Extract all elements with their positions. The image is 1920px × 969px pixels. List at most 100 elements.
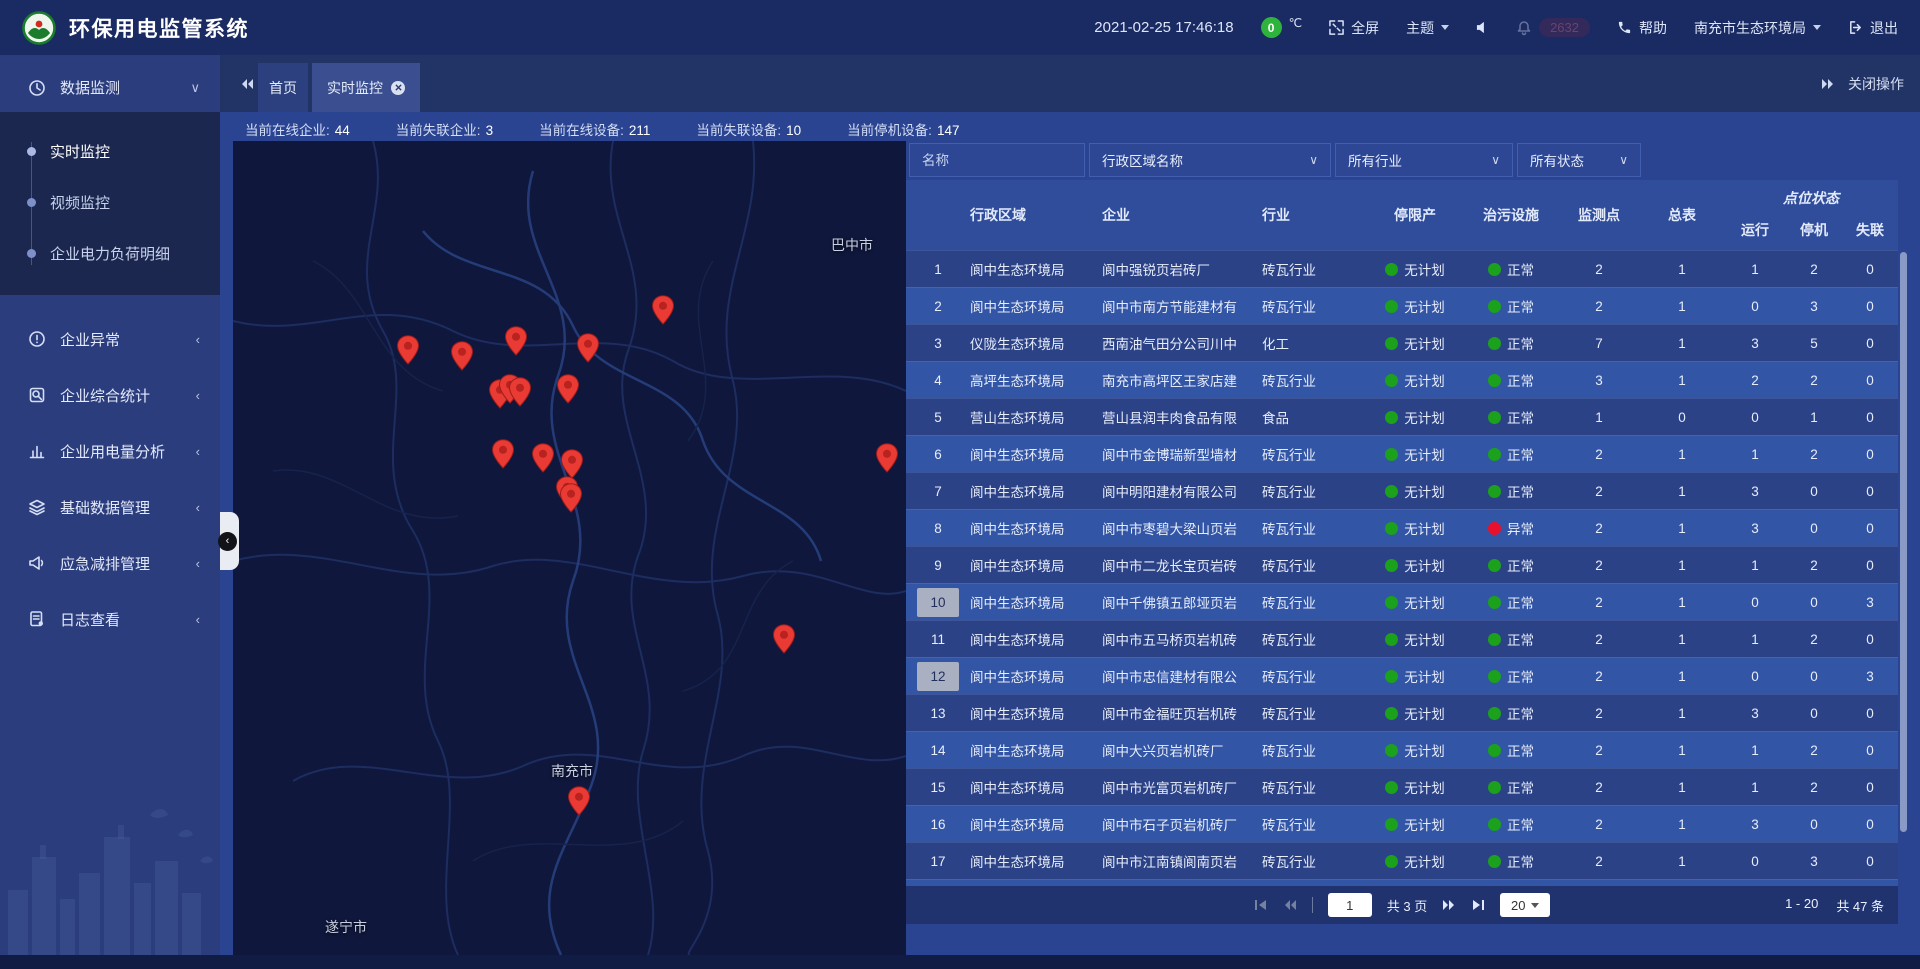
page-number-input[interactable] bbox=[1328, 893, 1372, 917]
table-row[interactable]: 2 阆中生态环境局 阆中市南方节能建材有 砖瓦行业 无计划 正常 2 1 0 3… bbox=[906, 287, 1898, 324]
fullscreen-button[interactable]: 全屏 bbox=[1329, 18, 1379, 38]
name-filter-input[interactable] bbox=[909, 143, 1085, 177]
map-panel[interactable]: 巴中市南充市遂宁市 bbox=[233, 141, 906, 955]
map-pin[interactable] bbox=[568, 786, 591, 816]
notifications[interactable]: 2632 bbox=[1516, 18, 1590, 37]
sidebar-item-data-monitoring[interactable]: 数据监测 ∨ bbox=[0, 63, 220, 112]
next-page-button[interactable] bbox=[1442, 899, 1456, 911]
status-dot-icon bbox=[1385, 633, 1398, 646]
tabs-scroll-left-button[interactable] bbox=[234, 70, 260, 98]
table-row[interactable]: 4 高坪生态环境局 南充市高坪区王家店建 砖瓦行业 无计划 正常 3 1 2 2… bbox=[906, 361, 1898, 398]
cell-enterprise: 阆中市南方节能建材有 bbox=[1102, 296, 1262, 316]
map-pin[interactable] bbox=[561, 449, 584, 479]
map-pin[interactable] bbox=[577, 333, 600, 363]
map-pin[interactable] bbox=[397, 335, 420, 365]
table-row[interactable]: 9 阆中生态环境局 阆中市二龙长宝页岩砖 砖瓦行业 无计划 正常 2 1 1 2… bbox=[906, 546, 1898, 583]
theme-menu[interactable]: 主题 bbox=[1406, 18, 1449, 38]
map-pin[interactable] bbox=[505, 326, 528, 356]
cell-running: 1 bbox=[1724, 447, 1786, 462]
chevron-down-icon bbox=[1441, 25, 1449, 30]
sidebar-item-enterprise-abnormal[interactable]: 企业异常 ‹ bbox=[0, 311, 220, 367]
table-scrollbar[interactable] bbox=[1900, 252, 1907, 832]
bullet-dot-icon bbox=[27, 198, 36, 207]
cell-stopped: 0 bbox=[1786, 521, 1842, 536]
page-size-select[interactable]: 20 bbox=[1500, 893, 1550, 917]
help-button[interactable]: 帮助 bbox=[1617, 18, 1667, 38]
cell-index: 2 bbox=[906, 292, 970, 321]
cell-region: 营山生态环境局 bbox=[970, 407, 1102, 427]
sidebar-item-electricity-analysis[interactable]: 企业用电量分析 ‹ bbox=[0, 423, 220, 479]
cell-index: 16 bbox=[906, 810, 970, 839]
region-filter-select[interactable]: 行政区域名称 ∨ bbox=[1089, 143, 1331, 177]
table-row[interactable]: 17 阆中生态环境局 阆中市江南镇阆南页岩 砖瓦行业 无计划 正常 2 1 0 … bbox=[906, 842, 1898, 879]
cell-pollution-facility: 正常 bbox=[1464, 259, 1558, 279]
table-row[interactable]: 13 阆中生态环境局 阆中市金福旺页岩机砖 砖瓦行业 无计划 正常 2 1 3 … bbox=[906, 694, 1898, 731]
tabs-scroll-right-button[interactable] bbox=[1815, 70, 1841, 98]
chevron-down-icon bbox=[1531, 903, 1539, 908]
mute-button[interactable] bbox=[1476, 21, 1489, 34]
first-page-button[interactable] bbox=[1254, 899, 1268, 911]
sidebar-item-enterprise-statistics[interactable]: 企业综合统计 ‹ bbox=[0, 367, 220, 423]
close-operations-button[interactable]: 关闭操作 bbox=[1848, 70, 1904, 98]
map-pin[interactable] bbox=[509, 377, 532, 407]
col-index bbox=[906, 180, 970, 250]
table-row[interactable]: 12 阆中生态环境局 阆中市忠信建材有限公 砖瓦行业 无计划 正常 2 1 0 … bbox=[906, 657, 1898, 694]
map-pin[interactable] bbox=[560, 483, 583, 513]
sidebar-item-video-monitoring[interactable]: 视频监控 bbox=[0, 177, 220, 228]
sidebar-item-power-load-detail[interactable]: 企业电力负荷明细 bbox=[0, 228, 220, 279]
name-search-input[interactable] bbox=[910, 144, 1084, 176]
sidebar-collapse-handle[interactable]: ‹ bbox=[220, 512, 239, 570]
tab-realtime-monitoring[interactable]: 实时监控 bbox=[312, 63, 420, 112]
table-row[interactable]: 14 阆中生态环境局 阆中大兴页岩机砖厂 砖瓦行业 无计划 正常 2 1 1 2… bbox=[906, 731, 1898, 768]
cell-total-meter: 1 bbox=[1640, 817, 1724, 832]
table-row[interactable]: 8 阆中生态环境局 阆中市枣碧大梁山页岩 砖瓦行业 无计划 异常 2 1 3 0… bbox=[906, 509, 1898, 546]
sidebar-item-log-view[interactable]: 日志查看 ‹ bbox=[0, 591, 220, 647]
cell-monitor-points: 2 bbox=[1558, 743, 1640, 758]
logout-button[interactable]: 退出 bbox=[1848, 18, 1898, 38]
sidebar-item-emergency-reduction[interactable]: 应急减排管理 ‹ bbox=[0, 535, 220, 591]
table-row[interactable]: 16 阆中生态环境局 阆中市石子页岩机砖厂 砖瓦行业 无计划 正常 2 1 3 … bbox=[906, 805, 1898, 842]
map-pin[interactable] bbox=[492, 439, 515, 469]
organization-menu[interactable]: 南充市生态环境局 bbox=[1694, 18, 1821, 38]
tab-home[interactable]: 首页 bbox=[258, 63, 308, 112]
cell-disconnected: 0 bbox=[1842, 854, 1898, 869]
map-pin[interactable] bbox=[451, 341, 474, 371]
tab-close-icon[interactable] bbox=[391, 81, 405, 95]
sidebar-submenu: 实时监控 视频监控 企业电力负荷明细 bbox=[0, 112, 220, 295]
table-row[interactable]: 3 仪陇生态环境局 西南油气田分公司川中 化工 无计划 正常 7 1 3 5 0 bbox=[906, 324, 1898, 361]
tab-strip: 首页 实时监控 关闭操作 bbox=[220, 55, 1920, 112]
cell-disconnected: 0 bbox=[1842, 373, 1898, 388]
sidebar-item-realtime-monitoring[interactable]: 实时监控 bbox=[0, 126, 220, 177]
table-row[interactable]: 6 阆中生态环境局 阆中市金博瑞新型墙材 砖瓦行业 无计划 正常 2 1 1 2… bbox=[906, 435, 1898, 472]
cell-industry: 砖瓦行业 bbox=[1262, 481, 1366, 501]
map-pin[interactable] bbox=[557, 374, 580, 404]
table-row[interactable]: 18 南部生态环境局 南部县瑞华页岩机砖有 砖瓦行业 无计划 正常 2 1 0 … bbox=[906, 879, 1898, 886]
table-row[interactable]: 10 阆中生态环境局 阆中千佛镇五郎垭页岩 砖瓦行业 无计划 正常 2 1 0 … bbox=[906, 583, 1898, 620]
chevron-left-icon: ‹ bbox=[196, 500, 200, 515]
previous-page-button[interactable] bbox=[1283, 899, 1297, 911]
industry-filter-select[interactable]: 所有行业 ∨ bbox=[1335, 143, 1513, 177]
map-pin[interactable] bbox=[876, 443, 899, 473]
table-row[interactable]: 15 阆中生态环境局 阆中市光富页岩机砖厂 砖瓦行业 无计划 正常 2 1 1 … bbox=[906, 768, 1898, 805]
cell-industry: 砖瓦行业 bbox=[1262, 666, 1366, 686]
table-row[interactable]: 1 阆中生态环境局 阆中强锐页岩砖厂 砖瓦行业 无计划 正常 2 1 1 2 0 bbox=[906, 250, 1898, 287]
cell-total-meter: 1 bbox=[1640, 373, 1724, 388]
table-row[interactable]: 7 阆中生态环境局 阆中明阳建材有限公司 砖瓦行业 无计划 正常 2 1 3 0… bbox=[906, 472, 1898, 509]
sidebar-item-base-data-management[interactable]: 基础数据管理 ‹ bbox=[0, 479, 220, 535]
map-pin[interactable] bbox=[652, 295, 675, 325]
cell-total-meter: 1 bbox=[1640, 780, 1724, 795]
map-pin[interactable] bbox=[532, 443, 555, 473]
sidebar-item-label: 企业综合统计 bbox=[60, 385, 150, 406]
map-pin[interactable] bbox=[773, 624, 796, 654]
cell-region: 阆中生态环境局 bbox=[970, 481, 1102, 501]
table-row[interactable]: 11 阆中生态环境局 阆中市五马桥页岩机砖 砖瓦行业 无计划 正常 2 1 1 … bbox=[906, 620, 1898, 657]
status-dot-icon bbox=[1488, 633, 1501, 646]
cell-stopped: 0 bbox=[1786, 817, 1842, 832]
status-filter-select[interactable]: 所有状态 ∨ bbox=[1517, 143, 1641, 177]
cell-total-meter: 1 bbox=[1640, 521, 1724, 536]
chevron-left-icon: ‹ bbox=[196, 444, 200, 459]
page-title: 环保用电监管系统 bbox=[69, 13, 249, 43]
last-page-button[interactable] bbox=[1471, 899, 1485, 911]
chevron-down-icon: ∨ bbox=[190, 80, 200, 96]
table-row[interactable]: 5 营山生态环境局 营山县润丰肉食品有限 食品 无计划 正常 1 0 0 1 0 bbox=[906, 398, 1898, 435]
